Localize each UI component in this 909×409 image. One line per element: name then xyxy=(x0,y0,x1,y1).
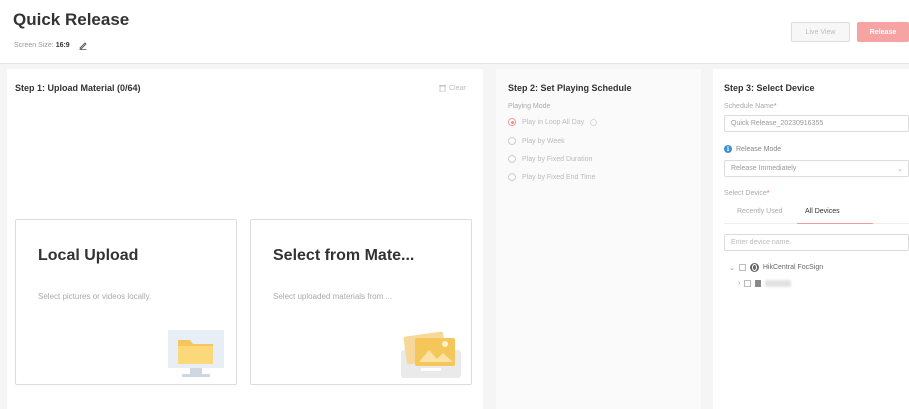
release-button[interactable]: Release xyxy=(857,22,909,42)
folder-monitor-icon xyxy=(168,330,224,377)
radio-play-loop[interactable]: Play in Loop All Day xyxy=(508,118,598,126)
step1-title: Step 1: Upload Material (0/64) xyxy=(15,83,141,93)
checkbox[interactable] xyxy=(744,280,752,287)
checkbox[interactable] xyxy=(738,264,746,271)
clear-button[interactable]: Clear xyxy=(439,84,466,92)
edit-icon[interactable] xyxy=(78,40,88,50)
radio-selected-icon xyxy=(508,118,516,126)
local-upload-card[interactable]: Local Upload Select pictures or videos l… xyxy=(15,219,237,385)
page-header: Quick Release Screen Size: 16:9 Live Vie… xyxy=(0,0,909,64)
select-device-label: Select Device* xyxy=(724,190,770,197)
step2-title: Step 2: Set Playing Schedule xyxy=(508,83,632,93)
tree-node-root[interactable]: ⌄ HikCentral FocSign xyxy=(729,263,823,272)
radio-label: Play by Week xyxy=(522,137,565,145)
release-mode-label: i Release Mode xyxy=(724,145,781,153)
radio-icon xyxy=(508,155,516,163)
radio-play-end-time[interactable]: Play by Fixed End Time xyxy=(508,173,596,181)
card-description: Select uploaded materials from ... xyxy=(273,292,393,301)
radio-play-week[interactable]: Play by Week xyxy=(508,137,565,145)
select-from-materials-card[interactable]: Select from Mate... Select uploaded mate… xyxy=(250,219,472,385)
help-icon[interactable] xyxy=(590,118,598,126)
info-icon[interactable]: i xyxy=(724,145,732,153)
step3-title: Step 3: Select Device xyxy=(724,83,815,93)
card-title: Local Upload xyxy=(38,247,139,264)
device-search-input[interactable]: Enter device name. xyxy=(724,234,909,251)
page-title: Quick Release xyxy=(13,10,130,29)
release-mode-select[interactable]: Release Immediately ⌄ xyxy=(724,160,909,177)
tab-all-devices[interactable]: All Devices xyxy=(805,208,840,215)
tree-node-label: HikCentral FocSign xyxy=(762,264,824,271)
radio-label: Play in Loop All Day xyxy=(522,118,585,126)
screen-size: Screen Size: 16:9 xyxy=(14,40,88,50)
schedule-name-label: Schedule Name* xyxy=(724,103,777,110)
playing-schedule-panel: Step 2: Set Playing Schedule Playing Mod… xyxy=(496,69,701,409)
tab-recently-used[interactable]: Recently Used xyxy=(737,208,783,215)
clear-label: Clear xyxy=(449,84,466,92)
screen-size-value: 16:9 xyxy=(55,41,70,49)
chevron-down-icon[interactable]: ⌄ xyxy=(729,264,735,272)
upload-material-panel: Step 1: Upload Material (0/64) Clear Loc… xyxy=(7,69,483,409)
schedule-name-input[interactable]: Quick Release_20230916355 xyxy=(724,115,909,132)
picture-gallery-icon xyxy=(401,331,461,378)
live-view-button[interactable]: Live View xyxy=(791,22,850,42)
globe-icon xyxy=(749,263,759,272)
select-device-panel: Step 3: Select Device Schedule Name* Qui… xyxy=(713,69,909,409)
chevron-right-icon[interactable]: › xyxy=(738,280,740,287)
card-title: Select from Mate... xyxy=(273,247,415,264)
redacted-device-name xyxy=(765,280,792,287)
radio-label: Play by Fixed Duration xyxy=(522,155,593,163)
tree-node-child[interactable]: › xyxy=(738,280,792,287)
radio-icon xyxy=(508,137,516,145)
radio-play-duration[interactable]: Play by Fixed Duration xyxy=(508,155,592,163)
chevron-down-icon: ⌄ xyxy=(897,166,903,173)
card-description: Select pictures or videos locally. xyxy=(38,292,152,301)
radio-label: Play by Fixed End Time xyxy=(522,173,596,181)
trash-icon xyxy=(439,85,446,92)
radio-icon xyxy=(508,173,516,181)
playing-mode-label: Playing Mode xyxy=(508,103,551,110)
screen-size-label: Screen Size: xyxy=(14,41,54,49)
active-tab-indicator xyxy=(797,223,873,224)
device-icon xyxy=(755,280,762,287)
